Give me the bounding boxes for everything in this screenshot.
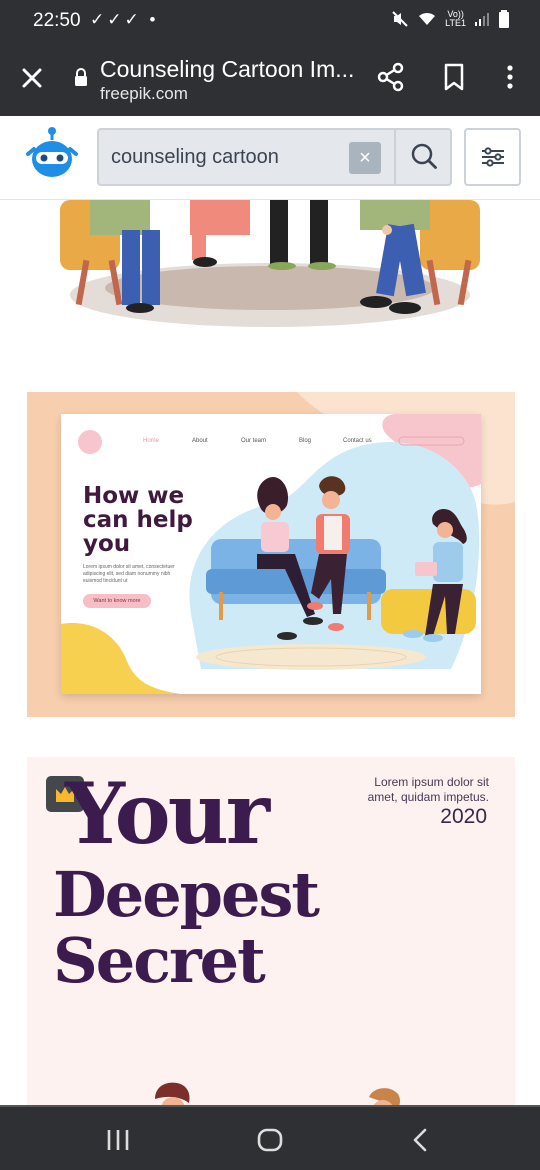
page-domain[interactable]: freepik.com — [100, 84, 188, 104]
clear-search-button[interactable]: × — [349, 142, 381, 174]
status-time: 22:50 — [33, 10, 81, 31]
book-title-line-2: Deepest — [53, 858, 320, 931]
search-input[interactable]: counseling cartoon — [111, 146, 279, 169]
notification-dot: • — [149, 10, 159, 29]
search-header: counseling cartoon × — [0, 116, 540, 200]
freepik-robot-logo-icon[interactable] — [24, 126, 80, 182]
close-icon[interactable] — [18, 64, 46, 92]
mute-icon — [392, 11, 408, 27]
landing-nav-blog: Blog — [299, 438, 312, 444]
landing-body-text: Lorem ipsum dolor sit amet, consectetuer… — [83, 564, 175, 584]
landing-nav-our-team: Our team — [241, 438, 267, 444]
more-menu-icon[interactable] — [498, 62, 522, 92]
result-image-landing-page[interactable]: Home About Our team Blog Contact us How … — [27, 392, 515, 717]
search-button[interactable] — [394, 130, 450, 184]
clear-icon: × — [359, 147, 371, 169]
notification-check-icons: ✓✓✓ • — [90, 10, 158, 30]
battery-icon — [499, 10, 509, 28]
home-icon[interactable] — [256, 1127, 284, 1153]
lock-icon — [75, 68, 87, 86]
wifi-icon — [419, 12, 436, 25]
filter-button[interactable] — [464, 128, 521, 186]
book-title-line-1: Your — [65, 764, 270, 863]
book-illustration-heads — [155, 1082, 400, 1105]
network-label: Vo)) LTE1 — [445, 10, 466, 28]
result-image-deepest-secret[interactable]: Your Deepest Secret Lorem ipsum dolor si… — [27, 757, 515, 1105]
bookmark-icon[interactable] — [440, 62, 468, 92]
landing-page-preview: Home About Our team Blog Contact us How … — [61, 414, 481, 694]
landing-nav-contact: Contact us — [343, 438, 372, 444]
page-title[interactable]: Counseling Cartoon Im... — [100, 56, 354, 83]
filter-sliders-icon — [482, 147, 504, 167]
book-subtitle: Lorem ipsum dolor sit amet, quidam impet… — [367, 775, 489, 804]
landing-nav-home: Home — [143, 438, 160, 444]
browser-toolbar: Counseling Cartoon Im... freepik.com — [0, 40, 540, 116]
image-results-feed: Home About Our team Blog Contact us How … — [0, 200, 540, 1105]
status-indicators: Vo)) LTE1 — [391, 10, 510, 28]
landing-cta: Want to know more — [83, 594, 151, 608]
result-image-group-therapy[interactable] — [60, 200, 480, 330]
search-icon — [411, 143, 437, 169]
landing-nav-about: About — [192, 438, 208, 444]
book-year: 2020 — [440, 805, 487, 828]
network-bottom: LTE1 — [445, 18, 466, 28]
status-bar: 22:50 ✓✓✓ • Vo)) LTE1 — [0, 0, 540, 40]
back-icon[interactable] — [408, 1127, 434, 1153]
book-title-line-3: Secret — [53, 924, 266, 997]
check-icons: ✓✓✓ — [90, 10, 142, 29]
landing-headline: How we can help you — [83, 483, 193, 557]
share-icon[interactable] — [376, 62, 406, 92]
signal-icon — [475, 13, 489, 26]
system-navigation-bar — [0, 1105, 540, 1170]
search-bar[interactable]: counseling cartoon × — [97, 128, 452, 186]
recent-apps-icon[interactable] — [104, 1127, 132, 1153]
